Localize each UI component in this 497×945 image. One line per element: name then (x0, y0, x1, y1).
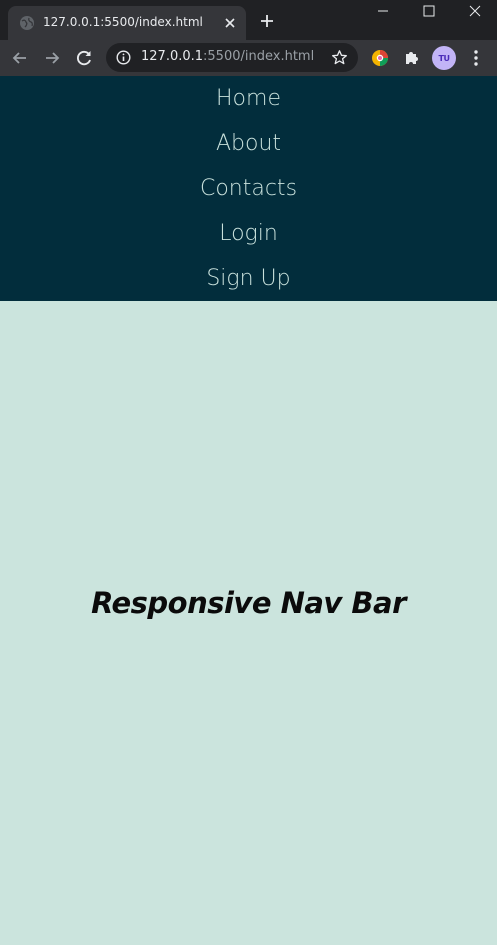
url-text[interactable]: 127.0.0.1:5500/index.html (141, 49, 314, 64)
browser-toolbar: 127.0.0.1:5500/index.html TU (0, 40, 497, 76)
globe-icon (20, 16, 34, 30)
close-icon[interactable] (222, 15, 238, 31)
reload-icon[interactable] (73, 47, 95, 69)
url-host: 127.0.0.1 (141, 49, 204, 64)
nav-link-login[interactable]: Login (0, 211, 497, 256)
avatar[interactable]: TU (432, 46, 456, 70)
minimize-icon[interactable] (374, 4, 392, 18)
nav-link-sign-up[interactable]: Sign Up (0, 256, 497, 301)
nav-link-about[interactable]: About (0, 121, 497, 166)
maximize-icon[interactable] (421, 4, 437, 18)
page-title: Responsive Nav Bar (91, 586, 406, 620)
info-icon[interactable] (116, 50, 131, 65)
address-bar[interactable]: 127.0.0.1:5500/index.html (106, 43, 358, 72)
browser-tab[interactable]: 127.0.0.1:5500/index.html (8, 6, 246, 40)
nav-link-contacts[interactable]: Contacts (0, 166, 497, 211)
arrow-right-icon[interactable] (41, 47, 63, 69)
colorful-extension-icon[interactable] (369, 47, 391, 69)
kebab-menu-icon[interactable] (470, 48, 482, 68)
nav-link-home[interactable]: Home (0, 76, 497, 121)
plus-icon[interactable] (259, 13, 275, 29)
star-icon[interactable] (331, 49, 348, 66)
arrow-left-icon[interactable] (9, 47, 31, 69)
puzzle-icon[interactable] (401, 47, 423, 69)
nav-bar: Home About Contacts Login Sign Up (0, 76, 497, 301)
main-content: Responsive Nav Bar (0, 301, 497, 945)
browser-titlebar: 127.0.0.1:5500/index.html (0, 0, 497, 40)
tab-title: 127.0.0.1:5500/index.html (43, 15, 203, 29)
window-close-icon[interactable] (467, 4, 483, 18)
url-path: :5500/index.html (203, 49, 315, 64)
